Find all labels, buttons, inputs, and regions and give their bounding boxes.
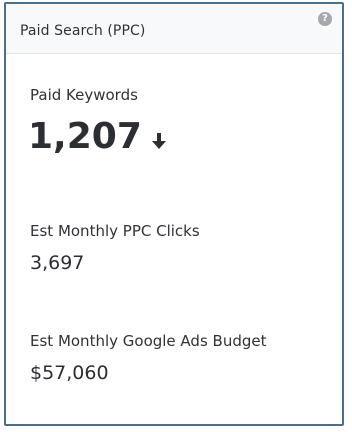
paid-keywords-value: 1,207: [28, 116, 142, 157]
card-title: Paid Search (PPC): [20, 23, 146, 39]
question-circle-icon[interactable]: ?: [318, 12, 332, 26]
ppc-clicks-value: 3,697: [30, 252, 85, 274]
ads-budget-value: $57,060: [30, 362, 109, 384]
paid-keywords-value-row: 1,207: [28, 116, 166, 157]
card-header: Paid Search (PPC) ?: [6, 4, 342, 54]
paid-keywords-label: Paid Keywords: [30, 86, 138, 104]
ads-budget-label: Est Monthly Google Ads Budget: [30, 332, 267, 350]
ppc-clicks-label: Est Monthly PPC Clicks: [30, 222, 200, 240]
paid-search-card: Paid Search (PPC) ? Paid Keywords 1,207 …: [4, 2, 344, 426]
arrow-down-icon: [151, 118, 166, 149]
